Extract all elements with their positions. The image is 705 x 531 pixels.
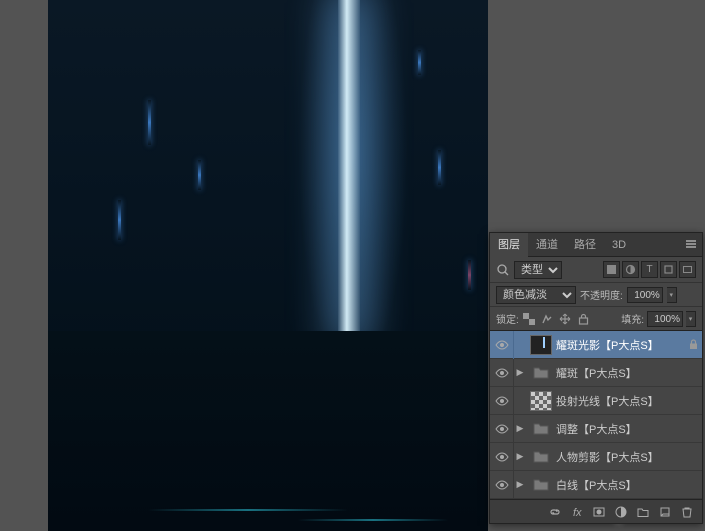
light-slit <box>338 0 360 340</box>
visibility-toggle[interactable] <box>490 415 514 443</box>
visibility-toggle[interactable] <box>490 331 514 359</box>
floor-line <box>148 509 348 511</box>
visibility-toggle[interactable] <box>490 471 514 499</box>
link-layers-icon[interactable] <box>546 503 564 521</box>
fill-stepper[interactable]: ▾ <box>686 311 696 327</box>
delete-layer-icon[interactable] <box>678 503 696 521</box>
expand-toggle[interactable]: ▶ <box>514 367 526 378</box>
lock-row: 锁定: 填充: 100% ▾ <box>490 307 702 331</box>
opacity-value[interactable]: 100% <box>627 287 663 303</box>
filter-type-icon[interactable]: T <box>641 261 658 278</box>
layer-name: 调整【P大点S】 <box>556 421 637 437</box>
lock-label: 锁定: <box>496 311 519 326</box>
fill-value[interactable]: 100% <box>647 311 683 327</box>
opacity-label: 不透明度: <box>580 287 623 302</box>
blend-mode-row: 颜色减淡 不透明度: 100% ▾ <box>490 283 702 307</box>
folder-icon <box>530 363 552 383</box>
layer-mask-icon[interactable] <box>590 503 608 521</box>
tab-channels[interactable]: 通道 <box>528 233 566 257</box>
lock-icon <box>689 339 698 350</box>
layer-thumbnail[interactable] <box>530 335 552 355</box>
panel-tab-bar: 图层 通道 路径 3D <box>490 233 702 257</box>
filter-shape-icon[interactable] <box>660 261 677 278</box>
new-layer-icon[interactable] <box>656 503 674 521</box>
filter-kind-select[interactable]: 类型 <box>514 261 562 279</box>
light-streak <box>118 200 121 240</box>
visibility-toggle[interactable] <box>490 443 514 471</box>
visibility-toggle[interactable] <box>490 387 514 415</box>
light-streak <box>468 260 471 290</box>
layer-name: 人物剪影【P大点S】 <box>556 449 659 465</box>
opacity-stepper[interactable]: ▾ <box>667 287 677 303</box>
layers-panel-footer: fx <box>490 499 702 523</box>
blend-mode-select[interactable]: 颜色减淡 <box>496 286 576 304</box>
light-streak <box>198 160 201 190</box>
folder-icon <box>530 475 552 495</box>
new-group-icon[interactable] <box>634 503 652 521</box>
filter-pixel-icon[interactable] <box>603 261 620 278</box>
layer-name: 白线【P大点S】 <box>556 477 637 493</box>
adjustment-layer-icon[interactable] <box>612 503 630 521</box>
filter-smart-icon[interactable] <box>679 261 696 278</box>
lock-position-icon[interactable] <box>558 311 573 326</box>
layer-name: 耀斑【P大点S】 <box>556 365 637 381</box>
folder-icon <box>530 447 552 467</box>
folder-icon <box>530 419 552 439</box>
tab-paths[interactable]: 路径 <box>566 233 604 257</box>
light-streak <box>438 150 441 185</box>
floor <box>48 331 488 531</box>
layer-row[interactable]: 投射光线【P大点S】 <box>490 387 702 415</box>
lock-all-icon[interactable] <box>576 311 591 326</box>
layer-row[interactable]: ▶ 调整【P大点S】 <box>490 415 702 443</box>
svg-text:fx: fx <box>573 507 582 519</box>
fill-label: 填充: <box>621 311 644 326</box>
layer-list: 耀斑光影【P大点S】 ▶ 耀斑【P大点S】 投射光线【P大点S】 <box>490 331 702 499</box>
lock-pixels-icon[interactable] <box>540 311 555 326</box>
expand-toggle[interactable]: ▶ <box>514 451 526 462</box>
light-streak <box>418 50 421 75</box>
filter-adjust-icon[interactable] <box>622 261 639 278</box>
layer-filter-row: 类型 T <box>490 257 702 283</box>
tab-layers[interactable]: 图层 <box>490 233 528 257</box>
layer-name: 投射光线【P大点S】 <box>556 393 659 409</box>
layer-row[interactable]: ▶ 白线【P大点S】 <box>490 471 702 499</box>
layer-row[interactable]: 耀斑光影【P大点S】 <box>490 331 702 359</box>
layer-style-icon[interactable]: fx <box>568 503 586 521</box>
layer-name: 耀斑光影【P大点S】 <box>556 337 659 353</box>
expand-toggle[interactable]: ▶ <box>514 479 526 490</box>
lock-transparency-icon[interactable] <box>522 311 537 326</box>
layer-row[interactable]: ▶ 人物剪影【P大点S】 <box>490 443 702 471</box>
light-streak <box>148 100 151 145</box>
layer-row[interactable]: ▶ 耀斑【P大点S】 <box>490 359 702 387</box>
expand-toggle[interactable]: ▶ <box>514 423 526 434</box>
layer-thumbnail[interactable] <box>530 391 552 411</box>
tab-3d[interactable]: 3D <box>604 233 634 257</box>
floor-line <box>298 519 448 521</box>
layers-panel: 图层 通道 路径 3D 类型 T <box>489 232 703 524</box>
search-icon[interactable] <box>496 263 510 277</box>
canvas[interactable] <box>48 0 488 531</box>
visibility-toggle[interactable] <box>490 359 514 387</box>
panel-menu-icon[interactable] <box>684 237 698 251</box>
